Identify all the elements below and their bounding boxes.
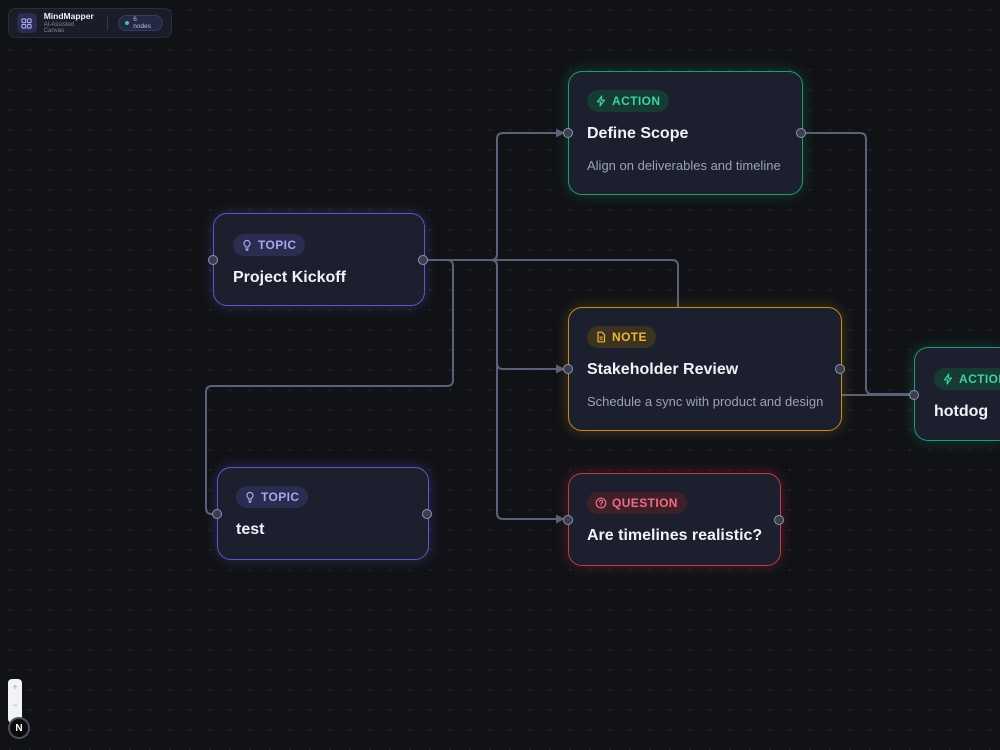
node-type-label: NOTE xyxy=(612,330,647,344)
node-type-badge: TOPIC xyxy=(236,486,309,508)
node-test[interactable]: TOPIC test xyxy=(212,467,432,560)
app-name: MindMapper xyxy=(43,10,94,21)
target-handle[interactable] xyxy=(563,128,573,138)
node-type-badge: NOTE xyxy=(587,326,656,348)
edge-layer xyxy=(205,128,917,524)
target-handle[interactable] xyxy=(212,509,222,519)
app-subtitle: AI-Assisted Canvas xyxy=(43,22,75,35)
node-title: test xyxy=(236,521,265,538)
lightbulb-icon xyxy=(246,491,254,503)
node-type-label: QUESTION xyxy=(612,496,678,510)
source-handle[interactable] xyxy=(796,128,806,138)
zoom-out-button[interactable]: − xyxy=(12,700,17,710)
source-handle[interactable] xyxy=(835,364,845,374)
node-title: hotdog xyxy=(934,403,989,420)
node-title: Are timelines realistic? xyxy=(587,527,763,544)
mindmap-canvas[interactable]: MindMapper AI-Assisted Canvas 6 nodes TO… xyxy=(0,0,1000,750)
grid-icon xyxy=(17,13,37,33)
node-hotdog[interactable]: ACTION hotdog xyxy=(909,347,1000,441)
app-header: MindMapper AI-Assisted Canvas 6 nodes xyxy=(8,8,172,38)
node-type-label: TOPIC xyxy=(258,238,297,252)
bolt-icon xyxy=(596,95,605,107)
target-handle[interactable] xyxy=(909,390,919,400)
target-handle[interactable] xyxy=(563,364,573,374)
target-handle[interactable] xyxy=(208,255,218,265)
edge-kickoff-review-top[interactable] xyxy=(423,259,679,308)
node-title: Define Scope xyxy=(587,125,689,142)
node-type-badge: TOPIC xyxy=(233,234,306,256)
node-count-badge: 6 nodes xyxy=(118,15,163,31)
node-project-kickoff[interactable]: TOPIC Project Kickoff xyxy=(208,213,428,306)
source-handle[interactable] xyxy=(418,255,428,265)
source-handle[interactable] xyxy=(422,509,432,519)
brand: MindMapper AI-Assisted Canvas xyxy=(44,12,96,35)
node-type-badge: ACTION xyxy=(934,368,1000,390)
edge-kickoff-review[interactable] xyxy=(423,259,565,374)
edge-kickoff-question[interactable] xyxy=(423,259,565,524)
node-type-badge: ACTION xyxy=(587,90,670,112)
node-title: Project Kickoff xyxy=(233,269,346,286)
node-type-badge: QUESTION xyxy=(587,492,687,514)
node-define-scope[interactable]: ACTION Define Scope Align on deliverable… xyxy=(563,71,806,195)
target-handle[interactable] xyxy=(563,515,573,525)
node-title: Stakeholder Review xyxy=(587,361,739,378)
lightbulb-icon xyxy=(243,239,251,251)
node-description: Align on deliverables and timeline xyxy=(587,158,781,173)
header-divider xyxy=(107,16,109,30)
edge-kickoff-scope[interactable] xyxy=(423,128,565,261)
node-type-label: ACTION xyxy=(612,94,661,108)
node-type-label: ACTION xyxy=(959,372,1000,386)
zoom-in-button[interactable]: + xyxy=(12,683,17,692)
node-type-label: TOPIC xyxy=(261,490,300,504)
source-handle[interactable] xyxy=(774,515,784,525)
status-dot xyxy=(125,21,130,25)
node-count-label: 6 nodes xyxy=(133,16,151,30)
node-timelines-question[interactable]: QUESTION Are timelines realistic? xyxy=(563,473,784,566)
node-description: Schedule a sync with product and design xyxy=(587,394,824,409)
bolt-icon xyxy=(943,373,952,385)
node-stakeholder-review[interactable]: NOTE Stakeholder Review Schedule a sync … xyxy=(563,307,845,431)
question-circle-icon xyxy=(595,497,607,509)
document-icon xyxy=(597,331,606,343)
avatar[interactable]: N xyxy=(8,717,30,739)
